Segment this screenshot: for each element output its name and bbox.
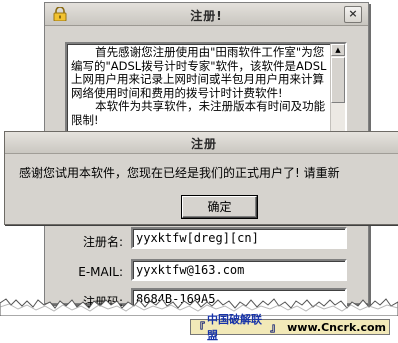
watermark-banner: 『 中国破解联盟 』 www.Cncrk.com [190,313,390,342]
intro-paragraph-2: 本软件为共享软件，未注册版本有时间及功能限制! [71,99,326,127]
watermark-bracket-close: 』 [270,321,282,334]
license-text: 首先感谢您注册使用由"田雨软件工作室"为您编写的"ADSL拨号计时专家"软件，该… [71,45,327,127]
message-box: 注册 感谢您试用本软件，您现在已经是我们的正式用户了! 请重新 确定 [4,131,398,225]
message-titlebar: 注册 [5,132,398,154]
email-label: E-MAIL: [78,265,123,279]
register-titlebar: 注册! × [45,3,368,26]
register-close-button[interactable]: × [344,6,362,23]
watermark-url: www.Cncrk.com [287,320,386,334]
scroll-thumb[interactable] [331,57,345,103]
license-textarea[interactable]: 首先感谢您注册使用由"田雨软件工作室"为您编写的"ADSL拨号计时专家"软件，该… [65,42,347,141]
scroll-up-arrow-icon[interactable]: ▲ [331,44,345,56]
message-title: 注册 [190,137,217,151]
register-title: 注册! [190,9,223,23]
watermark-name: 中国破解联盟 [207,313,262,342]
email-field[interactable]: yyxktfw@163.com [131,259,347,281]
register-name-field[interactable]: yyxktfw[dreg][cn] [131,227,347,249]
torn-edge-effect [0,298,398,316]
intro-paragraph-1: 首先感谢您注册使用由"田雨软件工作室"为您编写的"ADSL拨号计时专家"软件，该… [71,45,327,100]
register-name-label: 注册名: [82,235,123,249]
watermark-bracket-open: 『 [194,321,205,334]
message-text: 感谢您试用本软件，您现在已经是我们的正式用户了! 请重新 [19,166,340,180]
ok-button[interactable]: 确定 [182,196,257,218]
vertical-scrollbar[interactable]: ▲ [330,44,345,139]
